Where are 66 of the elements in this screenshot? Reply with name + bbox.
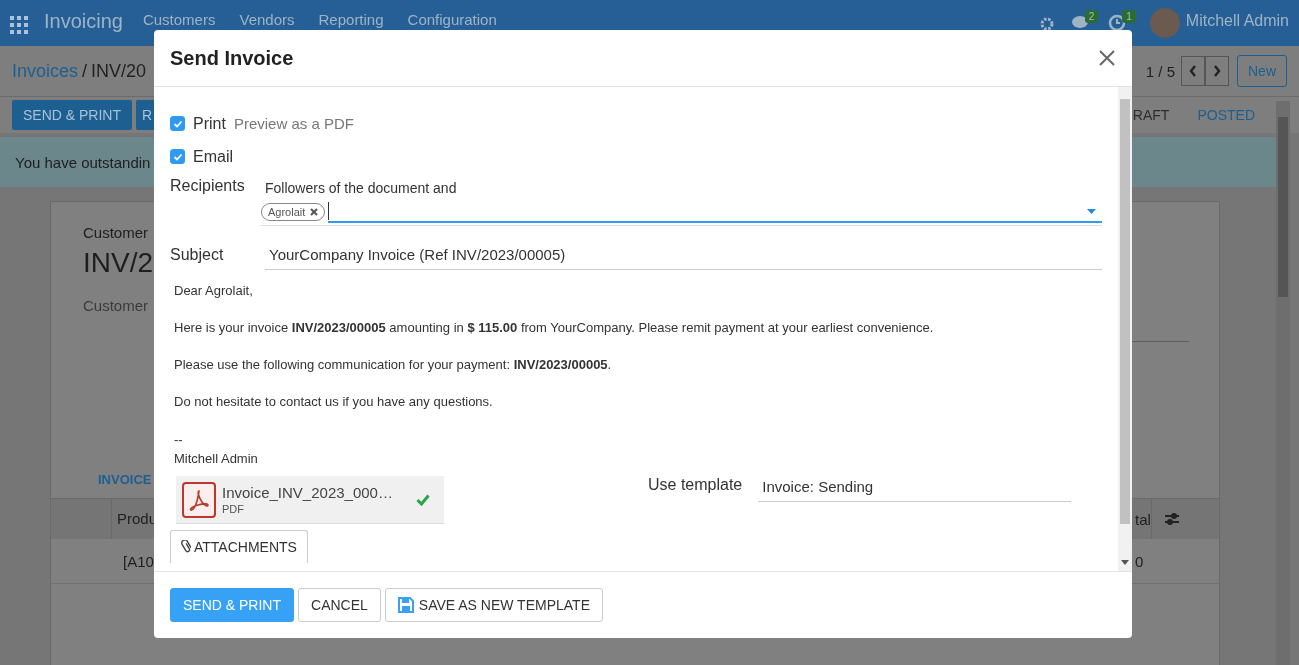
close-icon[interactable] xyxy=(1098,49,1116,67)
document-type: Customer xyxy=(83,224,149,241)
table-cell: 0 xyxy=(1135,552,1144,570)
paperclip-icon xyxy=(181,540,191,554)
menu-item[interactable]: Customers xyxy=(142,10,216,30)
recipients-note: Followers of the document and xyxy=(265,180,457,196)
menu-item[interactable]: Vendors xyxy=(239,10,295,30)
column-header[interactable]: tal xyxy=(1135,510,1151,528)
gear-icon[interactable] xyxy=(1038,16,1055,32)
field-label: Recipients xyxy=(170,176,246,195)
action-button[interactable]: SEND & PRINT xyxy=(12,100,132,130)
checkmark-icon xyxy=(172,119,183,128)
dropdown-caret-icon[interactable] xyxy=(1087,208,1096,214)
subject-input[interactable]: YourCompany Invoice (Ref INV/2023/00005) xyxy=(265,242,1102,270)
action-button[interactable]: R xyxy=(136,100,157,130)
clock-icon[interactable] xyxy=(1108,14,1127,32)
pager-value[interactable]: 1 / 5 xyxy=(1145,62,1175,80)
table-cell-text: [A10 xyxy=(122,552,155,570)
user-name[interactable]: Mitchell Admin xyxy=(1185,10,1289,32)
menu-item[interactable]: Configuration xyxy=(407,10,497,30)
scroll-down-icon[interactable] xyxy=(1121,560,1129,565)
scrollbar[interactable] xyxy=(1276,101,1290,665)
signature-line: Mitchell Admin xyxy=(174,450,259,468)
email-paragraph: Do not hesitate to contact us if you have any questions. xyxy=(174,393,494,411)
alert-text: You have outstandin xyxy=(15,153,151,171)
breadcrumb-current: INV/20 xyxy=(91,60,147,82)
email-paragraph: Please use the following communication for your payment: INV/2023/00005. xyxy=(174,356,613,374)
cancel-button[interactable]: CANCEL xyxy=(298,588,381,622)
chat-icon[interactable] xyxy=(1070,14,1089,30)
chevron-right-icon xyxy=(1213,65,1221,77)
scrollbar[interactable] xyxy=(1118,87,1132,571)
apps-menu-icon[interactable] xyxy=(10,16,28,34)
chevron-left-icon xyxy=(1189,65,1197,77)
document-name: INV/2 xyxy=(83,247,154,279)
breadcrumb-separator: / xyxy=(82,60,88,82)
checkmark-icon xyxy=(172,152,183,161)
email-paragraph: Here is your invoice INV/2023/00005 amounting in $ 115.00 from YourCompany. Please remit payment at your earliest convenience. xyxy=(174,319,935,337)
template-select[interactable]: Invoice: Sending xyxy=(758,476,1072,502)
sliders-icon[interactable] xyxy=(1163,512,1180,526)
checkbox[interactable] xyxy=(170,149,185,164)
notification-count: 2 xyxy=(1084,10,1099,23)
recipients-input[interactable] xyxy=(328,201,1102,223)
menu-item[interactable]: Reporting xyxy=(318,10,384,30)
signature-line: -- xyxy=(174,431,184,449)
field-label: Subject xyxy=(170,245,225,264)
checkbox-label[interactable]: Print xyxy=(193,114,226,133)
email-paragraph: Dear Agrolait, xyxy=(174,282,254,300)
send-print-button[interactable]: SEND & PRINT xyxy=(170,588,294,622)
checkbox[interactable] xyxy=(170,116,185,131)
dialog-title: Send Invoice xyxy=(170,46,294,70)
field-label: Use template xyxy=(648,476,743,494)
attachment-name: Invoice_INV_2023_000… xyxy=(222,484,394,501)
pdf-file-icon xyxy=(182,481,216,518)
status-step[interactable]: RAFT xyxy=(1128,107,1190,123)
field-label: Customer xyxy=(83,297,149,314)
next-button[interactable] xyxy=(1205,56,1229,86)
app-name[interactable]: Invoicing xyxy=(44,10,123,32)
save-template-button[interactable]: SAVE AS NEW TEMPLATE xyxy=(384,588,603,622)
activity-count: 1 xyxy=(1122,10,1136,23)
attachment-card[interactable]: Invoice_INV_2023_000… PDF xyxy=(176,476,444,524)
checkbox-label[interactable]: Email xyxy=(193,147,233,166)
remove-icon[interactable] xyxy=(310,208,319,216)
attachment-type: PDF xyxy=(222,503,245,515)
option-hint: Preview as a PDF xyxy=(233,115,354,132)
attachments-button[interactable]: ATTACHMENTS xyxy=(170,530,308,563)
previous-button[interactable] xyxy=(1181,56,1205,86)
